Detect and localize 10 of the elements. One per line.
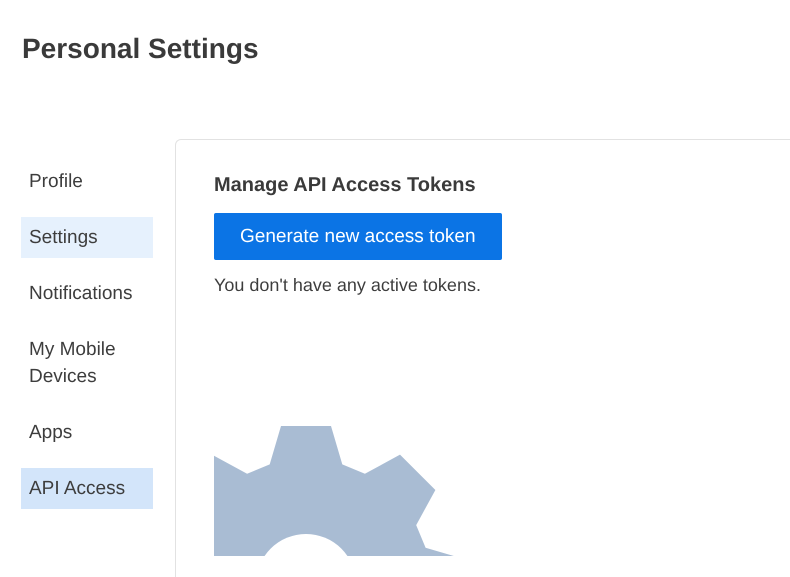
sidebar-item[interactable]: API Access: [21, 468, 153, 509]
section-heading: Manage API Access Tokens: [214, 174, 477, 197]
sidebar-item[interactable]: Apps: [21, 412, 153, 453]
empty-message: You don't have any active tokens.: [214, 275, 482, 296]
sidebar-item[interactable]: Profile: [21, 161, 153, 202]
page-title: Personal Settings: [21, 32, 260, 66]
sidebar-item[interactable]: My Mobile Devices: [21, 329, 153, 397]
sidebar-item[interactable]: Notifications: [21, 273, 153, 314]
generate-token-button[interactable]: Generate new access token: [214, 213, 502, 260]
sidebar-item[interactable]: Settings: [21, 217, 153, 258]
